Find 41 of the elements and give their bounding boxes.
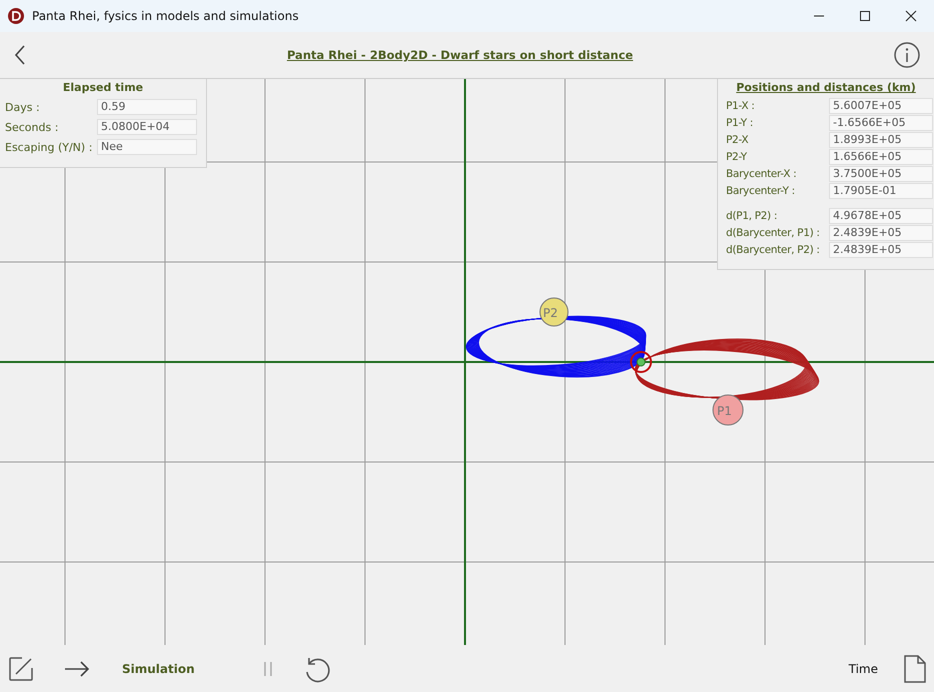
close-icon[interactable] [905, 10, 917, 22]
edit-icon[interactable] [8, 656, 34, 682]
arrow-right-icon[interactable] [64, 661, 90, 677]
field-label: d(P1, P2) : [726, 210, 778, 222]
panel-title: Positions and distances (km) [735, 81, 917, 94]
body-label: P2 [543, 306, 558, 320]
info-icon[interactable] [894, 42, 920, 68]
value-field: 4.9678E+05 [829, 208, 933, 224]
value-field: 2.4839E+05 [829, 242, 933, 258]
field-label: d(Barycenter, P1) : [726, 226, 821, 238]
field-label: Days : [5, 100, 41, 114]
value-field: 1.7905E-01 [829, 182, 933, 198]
field-label: P2-X [726, 134, 750, 146]
panel-title: Elapsed time [62, 81, 144, 94]
app-logo-icon [8, 8, 24, 24]
value-field: 5.6007E+05 [829, 98, 933, 114]
value-field: 0.59 [97, 99, 197, 115]
field-label: P2-Y [726, 150, 748, 162]
document-icon[interactable] [904, 655, 926, 683]
value-field: 3.7500E+05 [829, 166, 933, 182]
page-title: Panta Rhei - 2Body2D - Dwarf stars on short distance [286, 48, 634, 62]
value-field: 1.6566E+05 [829, 148, 933, 164]
simulation-button[interactable]: Simulation [120, 660, 197, 678]
field-label: Escaping (Y/N) : [5, 140, 94, 154]
field-label: P1-X : [726, 100, 756, 112]
value-field: -1.6566E+05 [829, 114, 933, 130]
field-label: Barycenter-Y : [726, 184, 796, 196]
field-label: Barycenter-X : [726, 168, 798, 180]
value-field: 5.0800E+04 [97, 119, 197, 135]
value-field: 1.8993E+05 [829, 132, 933, 148]
field-label: P1-Y : [726, 116, 754, 128]
window-title: Panta Rhei, fysics in models and simulations [32, 9, 299, 23]
value-field: 2.4839E+05 [829, 224, 933, 240]
body-label: P1 [717, 404, 732, 418]
field-label: Seconds : [5, 120, 60, 134]
barycenter-dot [636, 358, 646, 366]
value-field: Nee [97, 139, 197, 155]
field-label: d(Barycenter, P2) : [726, 244, 821, 256]
time-button[interactable]: Time [846, 660, 880, 678]
back-icon[interactable] [14, 45, 26, 65]
maximize-icon[interactable] [859, 10, 871, 22]
